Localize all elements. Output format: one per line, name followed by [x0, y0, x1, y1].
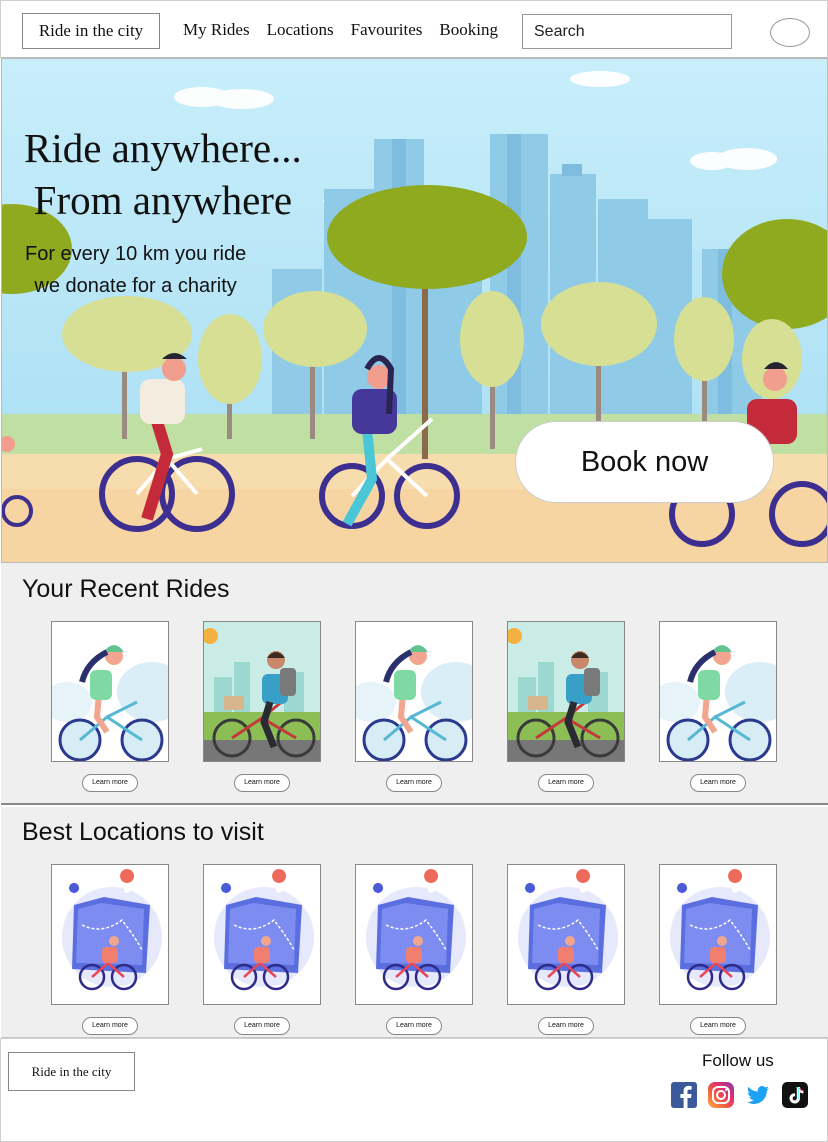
nav-link-favourites[interactable]: Favourites: [351, 20, 423, 40]
learn-more-button[interactable]: Learn more: [690, 774, 746, 792]
site-logo[interactable]: Ride in the city: [22, 13, 160, 49]
ride-thumbnail[interactable]: [51, 621, 169, 762]
tiktok-icon[interactable]: [782, 1082, 808, 1108]
learn-more-button[interactable]: Learn more: [386, 1017, 442, 1035]
cyclist-map-image: [204, 865, 320, 1004]
location-card[interactable]: Learn more: [203, 864, 321, 1035]
learn-more-button[interactable]: Learn more: [82, 774, 138, 792]
footer-logo[interactable]: Ride in the city: [8, 1052, 135, 1091]
ride-thumbnail[interactable]: [659, 621, 777, 762]
ride-card[interactable]: Learn more: [203, 621, 321, 792]
ride-thumbnail[interactable]: [203, 621, 321, 762]
recent-rides-title: Your Recent Rides: [22, 575, 230, 603]
learn-more-button[interactable]: Learn more: [234, 1017, 290, 1035]
facebook-icon[interactable]: [671, 1082, 697, 1108]
best-locations-title: Best Locations to visit: [22, 818, 264, 846]
ride-thumbnail[interactable]: [507, 621, 625, 762]
hero-banner: Ride anywhere... From anywhere For every…: [1, 58, 828, 563]
woman-cyclist-image: [356, 622, 472, 761]
cyclist-map-image: [660, 865, 776, 1004]
location-thumbnail[interactable]: [507, 864, 625, 1005]
learn-more-button[interactable]: Learn more: [234, 774, 290, 792]
man-cyclist-image: [204, 622, 320, 761]
learn-more-button[interactable]: Learn more: [386, 774, 442, 792]
woman-cyclist-image: [660, 622, 776, 761]
search-input[interactable]: [522, 14, 732, 49]
ride-card[interactable]: Learn more: [659, 621, 777, 792]
ride-thumbnail[interactable]: [355, 621, 473, 762]
profile-avatar[interactable]: [770, 18, 810, 47]
hero-subtitle: For every 10 km you ride we donate for a…: [25, 243, 247, 297]
location-card[interactable]: Learn more: [355, 864, 473, 1035]
location-thumbnail[interactable]: [51, 864, 169, 1005]
nav-link-booking[interactable]: Booking: [439, 20, 498, 40]
top-navbar: Ride in the city My Rides Locations Favo…: [0, 0, 828, 58]
learn-more-button[interactable]: Learn more: [82, 1017, 138, 1035]
ride-card[interactable]: Learn more: [51, 621, 169, 792]
location-card[interactable]: Learn more: [507, 864, 625, 1035]
footer: Ride in the city Follow us: [0, 1038, 828, 1142]
location-card[interactable]: Learn more: [51, 864, 169, 1035]
location-card[interactable]: Learn more: [659, 864, 777, 1035]
cyclist-map-image: [508, 865, 624, 1004]
book-now-button[interactable]: Book now: [515, 421, 774, 503]
location-thumbnail[interactable]: [203, 864, 321, 1005]
nav-links: My Rides Locations Favourites Booking: [183, 20, 498, 40]
ride-card[interactable]: Learn more: [355, 621, 473, 792]
woman-cyclist-image: [52, 622, 168, 761]
man-cyclist-image: [508, 622, 624, 761]
location-thumbnail[interactable]: [659, 864, 777, 1005]
recent-rides-section: Your Recent Rides Learn more Learn more …: [1, 563, 828, 805]
learn-more-button[interactable]: Learn more: [538, 1017, 594, 1035]
learn-more-button[interactable]: Learn more: [690, 1017, 746, 1035]
cyclist-map-image: [356, 865, 472, 1004]
instagram-icon[interactable]: [708, 1082, 734, 1108]
nav-link-my-rides[interactable]: My Rides: [183, 20, 250, 40]
learn-more-button[interactable]: Learn more: [538, 774, 594, 792]
follow-us-title: Follow us: [702, 1051, 774, 1070]
cyclist-map-image: [52, 865, 168, 1004]
best-locations-section: Best Locations to visit Learn more Learn…: [1, 807, 828, 1038]
nav-link-locations[interactable]: Locations: [267, 20, 334, 40]
twitter-icon[interactable]: [745, 1082, 771, 1108]
hero-title: Ride anywhere... From anywhere: [24, 125, 302, 223]
ride-card[interactable]: Learn more: [507, 621, 625, 792]
location-thumbnail[interactable]: [355, 864, 473, 1005]
